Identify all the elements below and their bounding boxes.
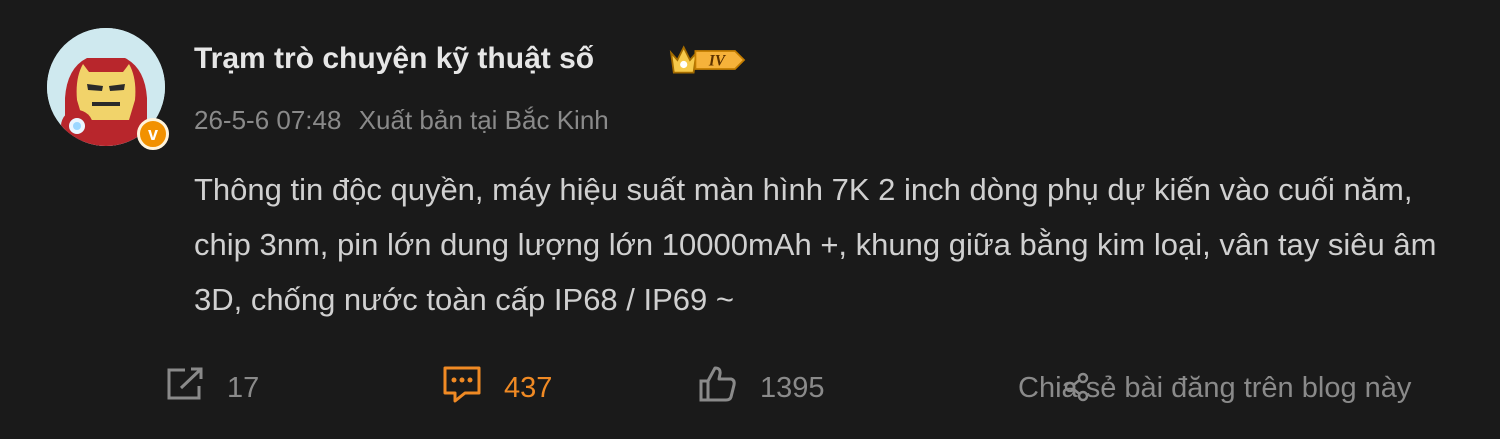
post-location: Xuất bản tại Bắc Kinh xyxy=(358,105,609,135)
thumbs-up-icon xyxy=(698,365,738,411)
avatar[interactable]: v xyxy=(47,28,171,152)
like-button[interactable]: 1395 xyxy=(698,360,825,416)
post-timestamp: 26-5-6 07:48 xyxy=(194,105,342,135)
comment-button[interactable]: 437 xyxy=(442,360,552,416)
action-bar: 17 437 1395 Chia sẻ bài đăng trên blog n… xyxy=(0,360,1500,416)
comment-icon xyxy=(442,365,482,411)
repost-count: 17 xyxy=(227,371,260,404)
post-content: Thông tin độc quyền, máy hiệu suất màn h… xyxy=(194,172,1437,317)
author-name[interactable]: Trạm trò chuyện kỹ thuật số xyxy=(194,42,594,76)
repost-button[interactable]: 17 xyxy=(165,360,259,416)
share-to-blog-link[interactable]: Chia sẻ bài đăng trên blog này xyxy=(1018,360,1411,416)
like-count: 1395 xyxy=(760,371,825,404)
level-badge-text: IV xyxy=(708,52,727,69)
weibo-post-card: v Trạm trò chuyện kỹ thuật số IV 26-5-6 … xyxy=(0,0,1500,439)
level-badge-icon[interactable]: IV xyxy=(664,42,752,78)
verified-badge-icon: v xyxy=(137,118,169,150)
comment-count: 437 xyxy=(504,371,553,404)
post-meta: 26-5-6 07:48 Xuất bản tại Bắc Kinh xyxy=(194,105,609,136)
share-icon xyxy=(165,366,205,410)
